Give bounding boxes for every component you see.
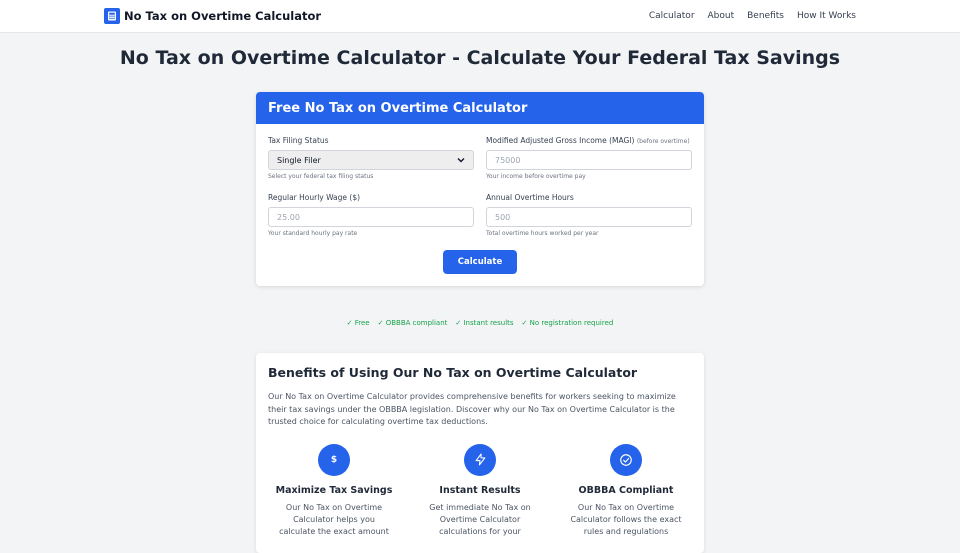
hours-placeholder: 500	[495, 212, 511, 222]
benefit-text: Our No Tax on Overtime Calculator helps …	[279, 502, 389, 536]
filing-status-help: Select your federal tax filing status	[268, 173, 374, 180]
calculator-title: Free No Tax on Overtime Calculator	[268, 100, 528, 116]
hours-input[interactable]: 500	[486, 207, 692, 227]
brand[interactable]: No Tax on Overtime Calculator	[104, 8, 321, 24]
benefit-text: Get immediate No Tax on Overtime Calcula…	[429, 502, 531, 536]
benefit-title: OBBBA Compliant	[578, 484, 674, 496]
magi-input[interactable]: 75000	[486, 150, 692, 170]
benefits-title: Benefits of Using Our No Tax on Overtime…	[268, 365, 638, 380]
wage-help: Your standard hourly pay rate	[268, 230, 358, 237]
filing-status-field: Tax Filing Status Single Filer Select yo…	[268, 136, 474, 193]
navbar: No Tax on Overtime Calculator Calculator…	[0, 0, 960, 33]
benefit-card: $ Maximize Tax Savings Our No Tax on Ove…	[268, 443, 400, 538]
calculator-header: Free No Tax on Overtime Calculator	[256, 92, 704, 124]
magi-help: Your income before overtime pay	[486, 173, 586, 180]
calculator-icon	[104, 8, 120, 24]
magi-hint: (before overtime)	[636, 138, 690, 145]
check-circle-icon	[610, 443, 642, 476]
feature-obbba: ✓ OBBBA compliant	[377, 319, 448, 327]
benefits-intro: Our No Tax on Overtime Calculator provid…	[268, 392, 676, 426]
page-title: No Tax on Overtime Calculator - Calculat…	[119, 47, 841, 69]
magi-placeholder: 75000	[495, 155, 521, 165]
hours-field: Annual Overtime Hours 500 Total overtime…	[486, 193, 692, 250]
hours-help: Total overtime hours worked per year	[486, 230, 599, 237]
feature-no-registration: ✓ No registration required	[521, 319, 614, 327]
hours-label: Annual Overtime Hours	[486, 193, 574, 202]
filing-status-label: Tax Filing Status	[268, 136, 329, 145]
nav-link-calculator[interactable]: Calculator	[649, 11, 695, 21]
lightning-icon	[464, 443, 496, 476]
filing-status-value: Single Filer	[277, 155, 321, 165]
feature-list: ✓ Free ✓ OBBBA compliant ✓ Instant resul…	[0, 319, 960, 327]
calculator-card: Free No Tax on Overtime Calculator Tax F…	[256, 92, 704, 286]
nav-link-about[interactable]: About	[708, 11, 735, 21]
brand-name: No Tax on Overtime Calculator	[124, 9, 322, 23]
benefits-section: Benefits of Using Our No Tax on Overtime…	[256, 353, 704, 553]
wage-label: Regular Hourly Wage ($)	[268, 193, 361, 202]
benefit-title: Instant Results	[439, 484, 521, 496]
nav-links: Calculator About Benefits How It Works	[649, 11, 856, 21]
wage-input[interactable]: 25.00	[268, 207, 474, 227]
feature-free: ✓ Free	[346, 319, 370, 327]
benefit-title: Maximize Tax Savings	[275, 484, 393, 496]
wage-field: Regular Hourly Wage ($) 25.00 Your stand…	[268, 193, 474, 250]
chevron-down-icon	[457, 156, 465, 165]
feature-instant: ✓ Instant results	[455, 319, 514, 327]
wage-placeholder: 25.00	[277, 212, 300, 222]
calculator-form: Tax Filing Status Single Filer Select yo…	[256, 124, 704, 274]
magi-label: Modified Adjusted Gross Income (MAGI) (b…	[486, 136, 690, 145]
magi-field: Modified Adjusted Gross Income (MAGI) (b…	[486, 136, 692, 193]
benefit-text: Our No Tax on Overtime Calculator follow…	[570, 502, 682, 536]
calculate-button[interactable]: Calculate	[443, 250, 517, 274]
nav-link-how-it-works[interactable]: How It Works	[797, 11, 856, 21]
nav-link-benefits[interactable]: Benefits	[747, 11, 784, 21]
dollar-icon: $	[318, 443, 350, 476]
benefit-card: Instant Results Get immediate No Tax on …	[414, 443, 546, 538]
benefit-card: OBBBA Compliant Our No Tax on Overtime C…	[560, 443, 692, 538]
filing-status-select[interactable]: Single Filer	[268, 150, 474, 170]
